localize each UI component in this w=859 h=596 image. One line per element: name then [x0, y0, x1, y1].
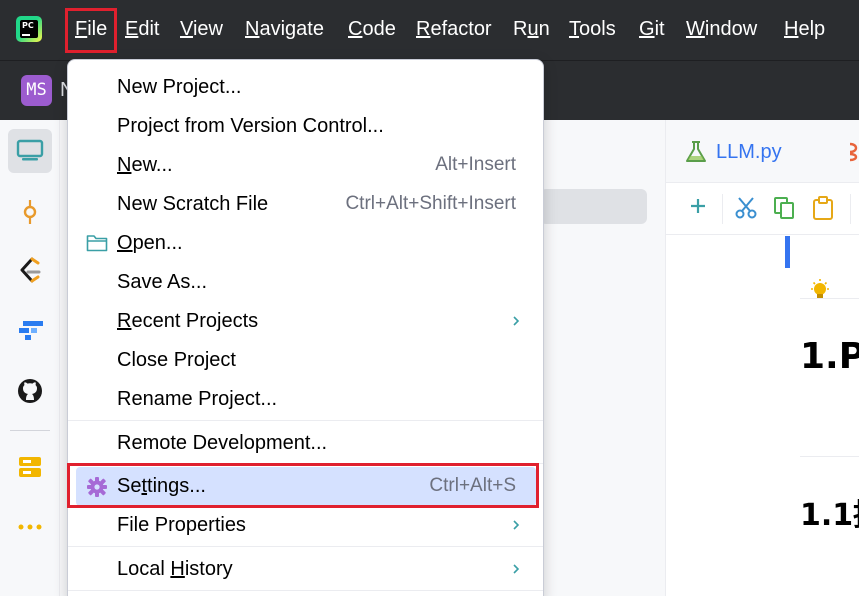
toolbar-separator — [850, 194, 851, 224]
folder-icon — [86, 235, 108, 252]
tool-strip-separator — [10, 430, 50, 431]
more-dots-icon — [18, 524, 42, 530]
menu-git[interactable]: Git — [639, 17, 665, 41]
editor-tab-bar: LLM.py — [666, 120, 859, 183]
menu-item-new[interactable]: New... Alt+Insert — [68, 146, 543, 185]
main-menu-bar: PC File Edit View Navigate Code Refactor… — [0, 0, 859, 60]
menu-item-recent-projects[interactable]: Recent Projects — [68, 302, 543, 341]
menu-item-label: Open... — [117, 232, 183, 254]
menu-item-project-from-vcs[interactable]: Project from Version Control... — [68, 107, 543, 146]
menu-item-label: Project from Version Control... — [117, 115, 384, 137]
menu-separator — [68, 590, 543, 591]
menu-item-label: Remote Development... — [117, 432, 328, 454]
menu-item-label: New Scratch File — [117, 193, 269, 215]
leetcode-icon — [20, 257, 41, 283]
partial-tab-icon[interactable] — [846, 140, 859, 164]
tab-llm-py[interactable]: LLM.py — [716, 141, 782, 164]
copy-icon[interactable] — [773, 196, 795, 220]
github-tool-button[interactable] — [8, 369, 52, 413]
menu-item-remote-development[interactable]: Remote Development... — [68, 424, 543, 463]
pycharm-logo-icon[interactable]: PC — [16, 16, 42, 42]
chevron-right-icon — [513, 564, 520, 574]
menu-separator — [68, 420, 543, 421]
menu-item-label: Rename Project... — [117, 388, 278, 410]
python-flask-icon — [686, 141, 706, 162]
divider-line — [800, 456, 859, 457]
tool-window-strip — [0, 120, 60, 596]
paste-icon[interactable] — [812, 196, 834, 220]
menu-item-label: New... — [117, 154, 173, 176]
add-icon[interactable] — [688, 196, 708, 216]
menu-item-shortcut: Alt+Insert — [435, 154, 516, 175]
menu-code[interactable]: Code — [348, 17, 396, 41]
project-badge[interactable]: MS — [21, 75, 52, 106]
menu-item-label: Local History — [117, 558, 233, 580]
api-tool-button[interactable] — [8, 309, 52, 353]
menu-item-new-scratch-file[interactable]: New Scratch File Ctrl+Alt+Shift+Insert — [68, 185, 543, 224]
menu-navigate[interactable]: Navigate — [245, 17, 324, 41]
menu-refactor[interactable]: Refactor — [416, 17, 492, 41]
menu-item-rename-project[interactable]: Rename Project... — [68, 380, 543, 419]
services-tool-button[interactable] — [8, 445, 52, 489]
menu-item-shortcut: Ctrl+Alt+Shift+Insert — [345, 193, 516, 214]
markdown-heading-1: 1.Py — [800, 336, 859, 377]
commit-tool-button[interactable] — [8, 190, 52, 234]
menu-item-label: Save As... — [117, 271, 208, 293]
file-menu-dropdown: New Project... Project from Version Cont… — [67, 59, 544, 596]
commit-icon — [23, 200, 37, 224]
toolbar-separator — [722, 194, 723, 224]
menu-separator — [68, 546, 543, 547]
cut-icon[interactable] — [734, 196, 758, 220]
menu-item-file-properties[interactable]: File Properties — [68, 506, 543, 545]
menu-help[interactable]: Help — [784, 17, 825, 41]
menu-item-open[interactable]: Open... — [68, 224, 543, 263]
text-caret-marker — [785, 236, 790, 268]
menu-item-label: Close Project — [117, 349, 236, 371]
menu-item-save-as[interactable]: Save As... — [68, 263, 543, 302]
divider-line — [800, 298, 859, 299]
menu-tools[interactable]: Tools — [569, 17, 616, 41]
services-icon — [19, 457, 41, 477]
toolbar-bottom-border — [666, 234, 859, 235]
menu-window[interactable]: Window — [686, 17, 757, 41]
file-menu-highlight-box — [65, 8, 117, 53]
leetcode-tool-button[interactable] — [8, 249, 52, 293]
menu-item-close-project[interactable]: Close Project — [68, 341, 543, 380]
menu-run[interactable]: Run — [513, 17, 550, 41]
chevron-right-icon — [513, 316, 520, 326]
menu-item-label: Recent Projects — [117, 310, 259, 332]
menu-item-new-project[interactable]: New Project... — [68, 68, 543, 107]
chevron-right-icon — [513, 520, 520, 530]
menu-item-label: New Project... — [117, 76, 242, 98]
menu-view[interactable]: View — [180, 17, 223, 41]
blue-bars-icon — [19, 321, 43, 340]
project-tool-button[interactable] — [8, 129, 52, 173]
menu-item-local-history[interactable]: Local History — [68, 550, 543, 589]
markdown-heading-2: 1.1持 — [800, 498, 859, 533]
menu-item-label: File Properties — [117, 514, 246, 536]
menu-edit[interactable]: Edit — [125, 17, 159, 41]
more-tools-button[interactable] — [8, 505, 52, 549]
monitor-icon — [16, 139, 44, 161]
editor-area: LLM.py 1.Py 1.1持 — [665, 120, 859, 596]
github-icon — [18, 379, 42, 403]
project-tree-selected-row[interactable] — [540, 189, 647, 224]
settings-highlight-box — [67, 463, 539, 508]
